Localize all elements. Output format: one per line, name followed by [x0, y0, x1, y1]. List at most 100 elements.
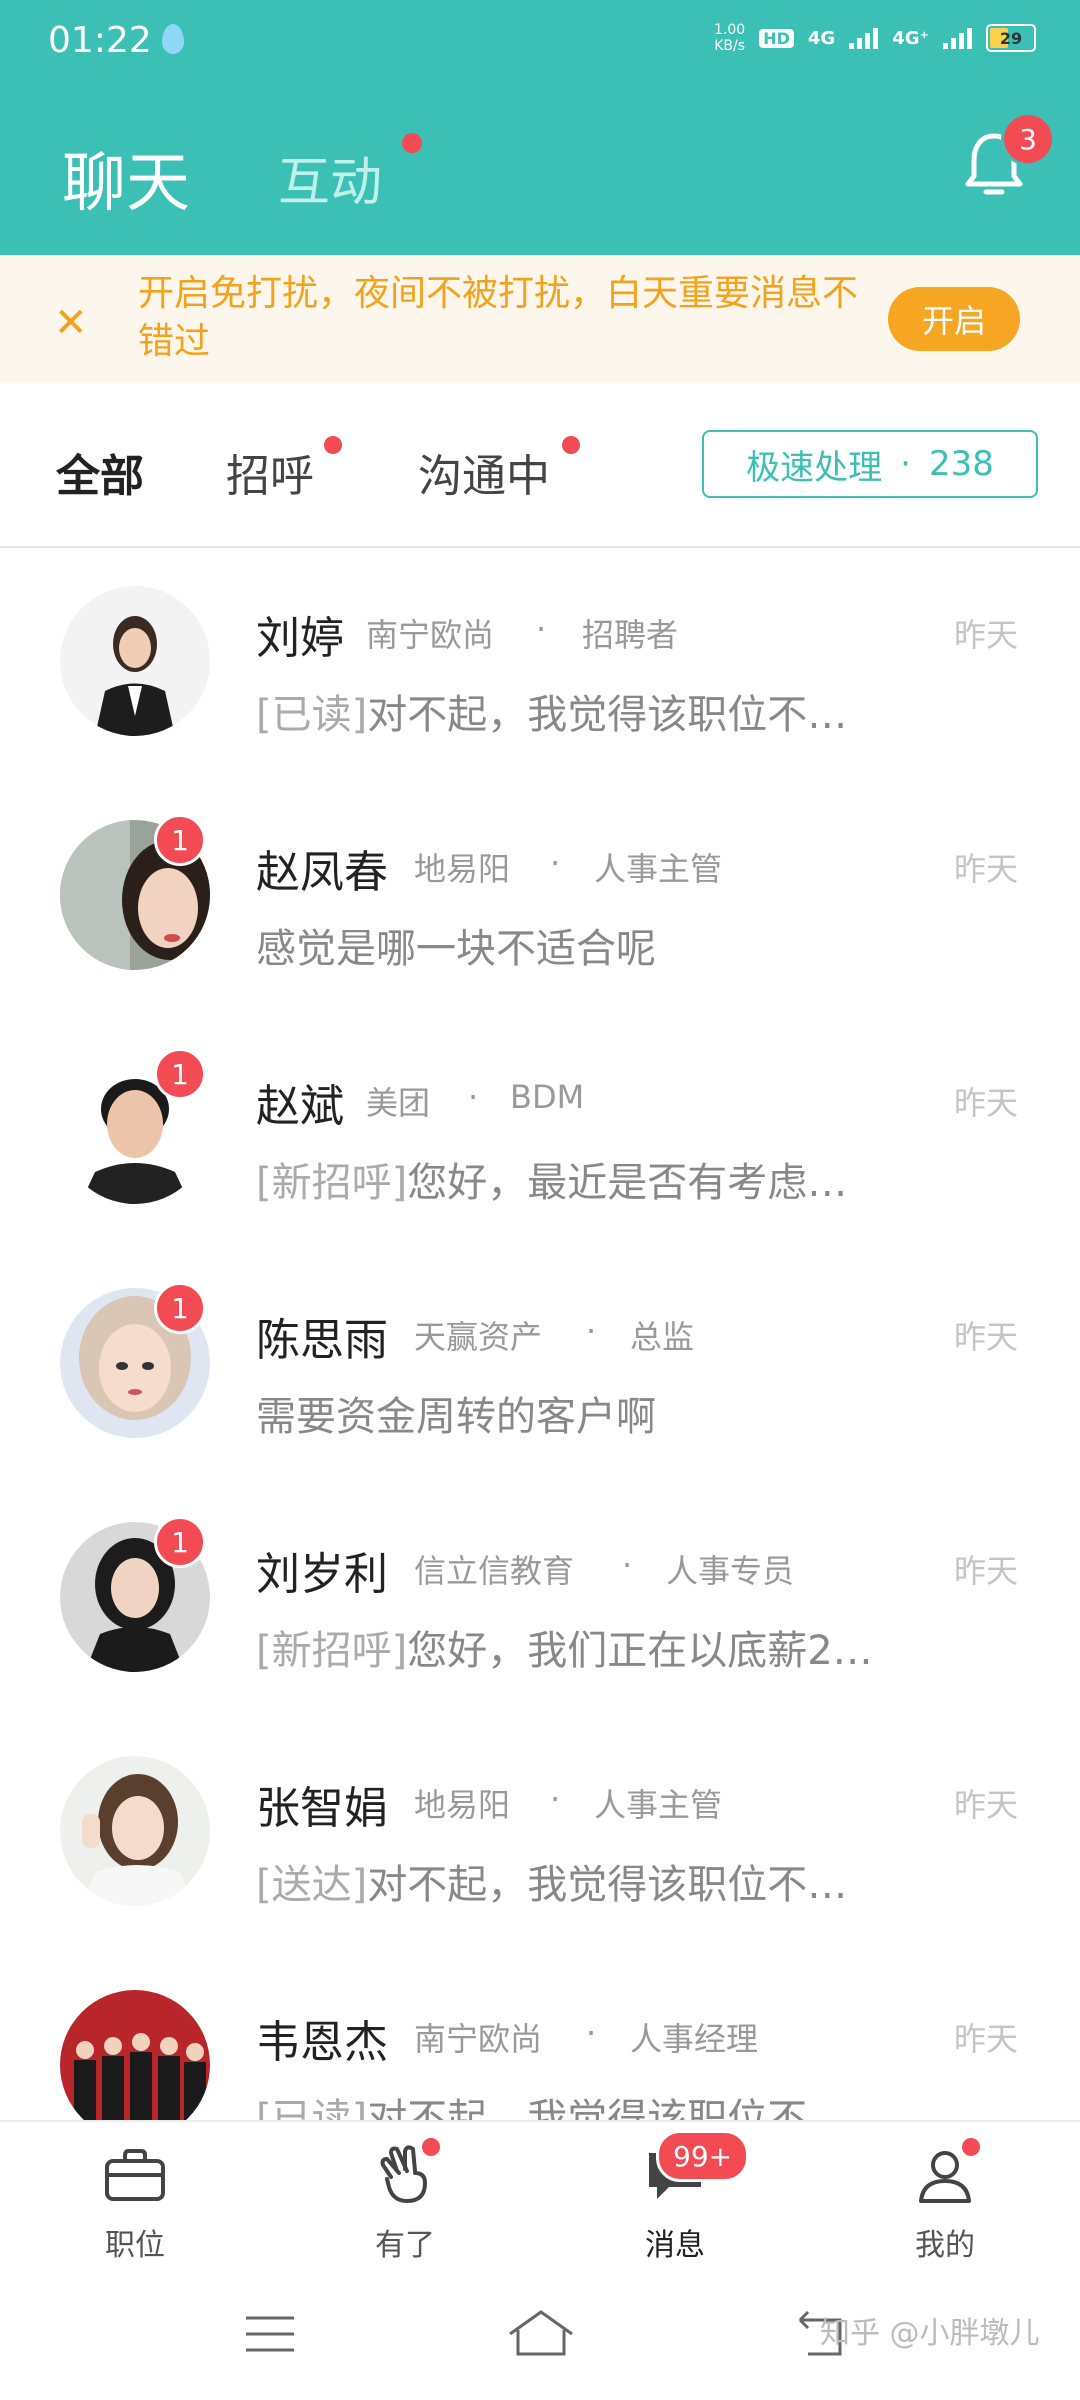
bell-badge: 3 [1001, 112, 1055, 166]
fast-process-count: 238 [928, 444, 994, 484]
fast-process-dot: · [900, 444, 911, 484]
unread-badge: 1 [154, 1516, 206, 1568]
contact-company: 地易阳 [414, 850, 511, 888]
conversation-item[interactable]: 韦恩杰 南宁欧尚 · 人事经理 昨天 [已读]对不起，我觉得该职位不… [0, 1952, 1080, 2120]
message-preview: 需要资金周转的客户啊 [256, 1384, 656, 1442]
fast-process-label: 极速处理 [746, 447, 883, 488]
separator-dot: · [550, 1780, 561, 1818]
hd-icon: HD [759, 28, 794, 48]
nav-messages-label: 消息 [645, 2228, 705, 2263]
conversation-item[interactable]: 1 赵凤春 地易阳 · 人事主管 昨天 感觉是哪一块不适合呢 [0, 782, 1080, 1016]
youle-notification-dot [422, 2138, 440, 2156]
drop-icon [162, 24, 184, 54]
message-text: 您好，最近是否有考虑… [407, 1160, 848, 1206]
avatar[interactable] [60, 1756, 210, 1906]
status-bar-right: 1.00 KB/s HD 4G 4G⁺ 29 [714, 22, 1036, 54]
contact-company: 天赢资产 [414, 1318, 543, 1356]
mine-notification-dot [962, 2138, 980, 2156]
message-status-tag: [送达] [256, 1862, 368, 1908]
message-preview: [已读]对不起，我觉得该职位不… [256, 682, 847, 740]
nav-mine[interactable]: 我的 [865, 2140, 1025, 2264]
nav-mine-label: 我的 [915, 2228, 975, 2263]
conversation-item[interactable]: 1 陈思雨 天赢资产 · 总监 昨天 需要资金周转的客户啊 [0, 1250, 1080, 1484]
separator-dot: · [536, 610, 547, 648]
battery-level: 29 [999, 28, 1023, 48]
watermark: 知乎 @小胖墩儿 [820, 2316, 1040, 2351]
message-date: 昨天 [953, 1318, 1018, 1356]
separator-dot: · [586, 1312, 597, 1350]
nav-jobs-label: 职位 [105, 2228, 165, 2263]
separator-dot: · [586, 2014, 597, 2052]
message-preview: [新招呼]您好，最近是否有考虑… [256, 1150, 847, 1208]
contact-company: 地易阳 [414, 1786, 511, 1824]
unread-badge: 1 [154, 1048, 206, 1100]
message-date: 昨天 [953, 2020, 1018, 2058]
interact-notification-dot [402, 133, 422, 153]
menu-icon[interactable] [244, 2314, 296, 2354]
signal-icon [943, 27, 972, 49]
conversation-item[interactable]: 1 赵斌 美团 · BDM 昨天 [新招呼]您好，最近是否有考虑… [0, 1016, 1080, 1250]
contact-name: 陈思雨 [256, 1315, 388, 1366]
contact-role: 人事主管 [594, 1786, 723, 1824]
message-status-tag: [已读] [256, 2096, 368, 2120]
home-icon[interactable] [506, 2308, 576, 2358]
avatar[interactable] [60, 586, 210, 736]
network-label-1: 4G [807, 27, 836, 49]
battery-icon: 29 [986, 24, 1036, 52]
contact-role: BDM [510, 1078, 585, 1116]
message-status-tag: [新招呼] [256, 1628, 408, 1674]
filter-talking[interactable]: 沟通中 [418, 440, 550, 504]
contact-name: 赵斌 [256, 1081, 344, 1132]
message-preview: 感觉是哪一块不适合呢 [256, 916, 656, 974]
close-icon[interactable]: ✕ [54, 300, 88, 346]
contact-role: 招聘者 [582, 616, 679, 654]
conversation-item[interactable]: 张智娟 地易阳 · 人事主管 昨天 [送达]对不起，我觉得该职位不… [0, 1718, 1080, 1952]
message-date: 昨天 [953, 1786, 1018, 1824]
separator-dot: · [622, 1546, 633, 1584]
nav-youle[interactable]: 有了 [325, 2140, 485, 2264]
talking-notification-dot [562, 436, 580, 454]
contact-company: 信立信教育 [414, 1552, 575, 1590]
message-text: 对不起，我觉得该职位不… [367, 1862, 848, 1908]
message-status-tag: [新招呼] [256, 1160, 408, 1206]
tab-interact[interactable]: 互动 [278, 140, 382, 215]
unread-badge: 1 [154, 814, 206, 866]
enable-button[interactable]: 开启 [888, 287, 1020, 351]
message-date: 昨天 [953, 616, 1018, 654]
message-date: 昨天 [953, 1552, 1018, 1590]
message-date: 昨天 [953, 1084, 1018, 1122]
nav-jobs[interactable]: 职位 [55, 2140, 215, 2264]
contact-role: 总监 [630, 1318, 695, 1356]
message-text: 需要资金周转的客户啊 [256, 1394, 656, 1440]
message-date: 昨天 [953, 850, 1018, 888]
conversation-item[interactable]: 刘婷 南宁欧尚 · 招聘者 昨天 [已读]对不起，我觉得该职位不… [0, 548, 1080, 782]
contact-role: 人事专员 [666, 1552, 795, 1590]
contact-name: 张智娟 [256, 1783, 388, 1834]
message-text: 感觉是哪一块不适合呢 [256, 926, 656, 972]
contact-company: 美团 [366, 1084, 431, 1122]
message-text: 您好，我们正在以底薪2… [407, 1628, 873, 1674]
conversation-item[interactable]: 1 刘岁利 信立信教育 · 人事专员 昨天 [新招呼]您好，我们正在以底薪2… [0, 1484, 1080, 1718]
network-label-2: 4G⁺ [892, 27, 929, 49]
nav-youle-label: 有了 [375, 2228, 435, 2263]
filter-greet[interactable]: 招呼 [226, 440, 314, 504]
separator-dot: · [550, 844, 561, 882]
contact-name: 赵凤春 [256, 847, 388, 898]
separator-dot: · [468, 1078, 479, 1116]
message-text: 对不起，我觉得该职位不… [367, 692, 848, 738]
contact-name: 韦恩杰 [256, 2017, 388, 2068]
contact-company: 南宁欧尚 [414, 2020, 543, 2058]
avatar[interactable] [60, 1990, 210, 2120]
net-speed: 1.00 [714, 22, 746, 38]
conversation-list: 刘婷 南宁欧尚 · 招聘者 昨天 [已读]对不起，我觉得该职位不… 1 赵凤春 … [0, 548, 1080, 2120]
message-preview: [已读]对不起，我觉得该职位不… [256, 2086, 847, 2120]
fast-process-button[interactable]: 极速处理 · 238 [702, 430, 1038, 498]
unread-badge: 1 [154, 1282, 206, 1334]
tab-chat[interactable]: 聊天 [62, 132, 190, 224]
contact-role: 人事主管 [594, 850, 723, 888]
net-speed-unit: KB/s [714, 38, 746, 54]
status-time: 01:22 [48, 20, 152, 61]
filter-all[interactable]: 全部 [56, 440, 144, 504]
message-text: 对不起，我觉得该职位不… [367, 2096, 848, 2120]
greet-notification-dot [324, 436, 342, 454]
